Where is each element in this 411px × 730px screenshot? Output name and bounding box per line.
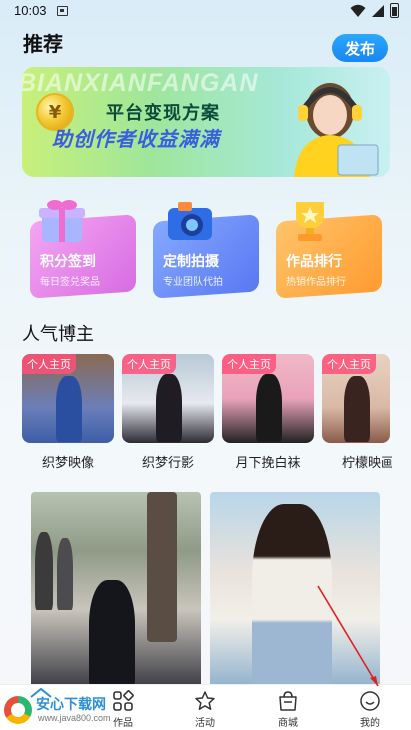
feature-title: 积分签到: [40, 254, 96, 270]
creator-photo: [256, 374, 282, 442]
background-people: [57, 538, 73, 610]
gift-icon: [39, 200, 85, 242]
creator-name[interactable]: 柠檬映画: [322, 452, 392, 471]
profile-badge: 个人主页: [222, 354, 276, 374]
nav-label: 我的: [360, 718, 380, 729]
wifi-icon: [350, 4, 366, 17]
banner-subheadline: 助创作者收益满满: [52, 127, 220, 151]
coin-symbol: ¥: [48, 101, 62, 123]
publish-button[interactable]: 发布: [332, 34, 388, 62]
profile-badge: 个人主页: [22, 354, 76, 374]
camera-icon: [168, 202, 212, 240]
nav-label: 商城: [278, 718, 298, 729]
status-icons: [350, 3, 399, 18]
background-people: [35, 532, 53, 610]
sim-card-icon: [57, 6, 68, 16]
page-title: 推荐: [23, 32, 63, 56]
annotation-arrow: [317, 585, 379, 687]
feature-title: 定制拍摄: [163, 254, 219, 270]
grid-icon: [113, 690, 134, 711]
watermark-url: www.java800.com: [38, 713, 111, 723]
banner-headline: 平台变现方案: [106, 103, 220, 124]
feature-subtitle: 每日签兑奖品: [40, 277, 100, 288]
feed-post-photo[interactable]: [31, 492, 201, 688]
watermark: 安心下载网 www.java800.com: [2, 688, 112, 728]
trophy-icon: [296, 202, 324, 241]
status-bar: 10:03: [0, 0, 411, 24]
creator-card[interactable]: 个人主页: [222, 354, 314, 443]
tree-trunk: [147, 492, 177, 642]
profile-badge: 个人主页: [122, 354, 176, 374]
promo-banner[interactable]: BIANXIANFANGAN ¥ 平台变现方案 助创作者收益满满: [22, 67, 390, 177]
creator-photo: [156, 374, 182, 442]
profile-badge: 个人主页: [322, 354, 376, 374]
signal-icon: [372, 4, 384, 17]
creator-name[interactable]: 织梦行影: [122, 452, 214, 471]
section-title-popular-creators: 人气博主: [22, 324, 94, 345]
creator-card[interactable]: 个人主页: [322, 354, 390, 443]
creator-card[interactable]: 个人主页: [22, 354, 114, 443]
post-subject: [89, 580, 135, 688]
star-icon: [195, 691, 215, 710]
creator-photo: [344, 376, 370, 442]
feature-title: 作品排行: [286, 254, 342, 270]
creator-photo: [56, 376, 82, 442]
feature-subtitle: 专业团队代拍: [163, 277, 223, 288]
nav-tab-activity[interactable]: 活动: [175, 685, 235, 730]
watermark-title: 安心下载网: [36, 697, 106, 713]
shop-bag-icon: [279, 691, 297, 711]
battery-icon: [390, 3, 399, 18]
status-time: 10:03: [14, 3, 47, 18]
creator-name[interactable]: 月下挽白袜: [222, 452, 314, 471]
banner-character-illustration: [294, 83, 379, 177]
creator-name[interactable]: 织梦映像: [22, 452, 114, 471]
feature-subtitle: 热销作品排行: [286, 277, 346, 288]
watermark-logo-icon: [4, 696, 32, 724]
nav-label: 活动: [195, 718, 215, 729]
creator-card[interactable]: 个人主页: [122, 354, 214, 443]
